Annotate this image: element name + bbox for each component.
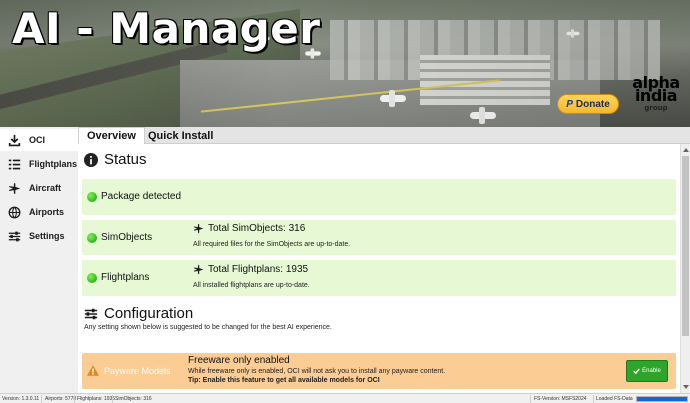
sidebar-item-label: Airports <box>29 207 65 217</box>
sidebar-item-label: OCI <box>29 135 46 145</box>
globe-icon <box>8 206 21 218</box>
scrollbar[interactable] <box>680 144 690 393</box>
sidebar-item-label: Aircraft <box>29 183 62 193</box>
header-banner: AI - Manager P Donate alpha india group <box>0 0 690 127</box>
status-card-label: Package detected <box>101 191 182 202</box>
alpha-india-group-logo: alpha india group <box>632 73 680 113</box>
sidebar-item-settings[interactable]: Settings <box>0 225 78 247</box>
tab-overview[interactable]: Overview <box>78 127 145 144</box>
loading-progress-bar <box>636 396 688 402</box>
warning-icon <box>87 365 99 376</box>
donate-button[interactable]: P Donate <box>557 94 619 114</box>
simobjects-count: SimObjects: 316 <box>115 396 152 402</box>
sidebar-item-oci[interactable]: OCI <box>0 129 78 151</box>
list-icon <box>8 159 21 169</box>
version-text: Version: 1.3.0.11 <box>2 396 40 402</box>
enable-button[interactable]: Enable <box>626 360 668 382</box>
sidebar-item-label: Settings <box>29 231 65 241</box>
sidebar: OCI Flightplans Aircraft Airports Settin… <box>0 127 78 393</box>
info-icon <box>84 152 98 167</box>
status-card-label: Flightplans <box>101 272 150 283</box>
sliders-icon <box>8 231 21 241</box>
configuration-heading: Configuration <box>84 305 193 322</box>
payware-tip: Tip: Enable this feature to get all avai… <box>188 377 380 384</box>
simobjects-status-text: All required files for the SimObjects ar… <box>193 241 351 248</box>
status-card-flightplans: Flightplans Total Flightplans: 1935 All … <box>82 260 676 296</box>
plane-icon <box>8 182 21 194</box>
loaded-status-text: Loaded FS-Data <box>596 396 633 402</box>
donate-label: Donate <box>575 98 610 110</box>
status-ok-icon <box>87 233 97 243</box>
tab-quick-install[interactable]: Quick Install <box>140 127 221 144</box>
status-card-simobjects: SimObjects Total SimObjects: 316 All req… <box>82 220 676 255</box>
app-title: AI - Manager <box>12 4 321 53</box>
status-heading: Status <box>84 151 147 168</box>
sidebar-item-aircraft[interactable]: Aircraft <box>0 177 78 199</box>
payware-description: While freeware only is enabled, OCI will… <box>188 368 446 375</box>
overview-panel: Status Package detected SimObjects Total… <box>78 144 680 393</box>
sliders-icon <box>84 308 98 319</box>
status-card-package: Package detected <box>82 179 676 215</box>
scroll-up-icon[interactable] <box>683 148 689 152</box>
configuration-description: Any setting shown below is suggested to … <box>84 324 332 331</box>
flightplans-total: Total Flightplans: 1935 <box>193 264 308 275</box>
tab-bar: Overview Quick Install <box>78 127 690 144</box>
payware-title: Freeware only enabled <box>188 355 290 366</box>
flightplans-count: Flightplans: 1935 <box>77 396 116 402</box>
paypal-icon: P <box>566 98 573 110</box>
check-icon <box>633 368 640 374</box>
scrollbar-thumb[interactable] <box>682 156 689 336</box>
sidebar-item-flightplans[interactable]: Flightplans <box>0 153 78 175</box>
airports-count: Airports: 5778 <box>45 396 77 402</box>
scroll-down-icon[interactable] <box>683 385 689 389</box>
sidebar-item-label: Flightplans <box>29 159 77 169</box>
download-icon <box>8 134 21 146</box>
simobjects-total: Total SimObjects: 316 <box>193 223 305 234</box>
flightplans-status-text: All installed flightplans are up-to-date… <box>193 282 310 289</box>
sidebar-item-airports[interactable]: Airports <box>0 201 78 223</box>
plane-icon <box>193 264 204 275</box>
payware-label: Payware Models <box>104 366 171 376</box>
status-ok-icon <box>87 273 97 283</box>
status-ok-icon <box>87 192 97 202</box>
payware-models-card: Payware Models Freeware only enabled Whi… <box>82 353 676 389</box>
fs-version-text: FS-Version: MSFS2024 <box>534 396 587 402</box>
status-card-label: SimObjects <box>101 232 153 243</box>
status-bar: Version: 1.3.0.11 Airports: 5778 Flightp… <box>0 393 690 403</box>
app-window: AI - Manager P Donate alpha india group … <box>0 0 690 403</box>
plane-icon <box>193 223 204 234</box>
